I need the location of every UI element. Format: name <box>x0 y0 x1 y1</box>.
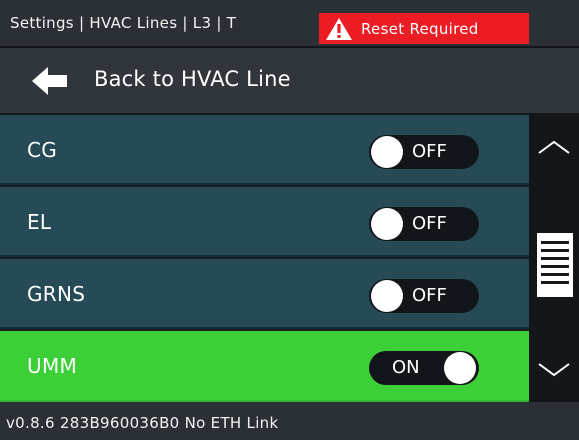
settings-list: CG OFF EL OFF GRNS OFF UMM ON <box>0 115 529 402</box>
hvac-settings-screen: Settings | HVAC Lines | L3 | T Reset Req… <box>0 0 579 440</box>
scroll-up-button[interactable] <box>529 127 579 167</box>
list-item-label: UMM <box>27 354 78 378</box>
list-item-label: EL <box>27 210 52 234</box>
list-item-label: GRNS <box>27 282 86 306</box>
toggle-state-label: OFF <box>412 285 447 306</box>
reset-required-alert[interactable]: Reset Required <box>319 13 529 44</box>
footer-status-text: v0.8.6 283B960036B0 No ETH Link <box>6 414 279 432</box>
toggle-state-label: OFF <box>412 213 447 234</box>
grns-toggle[interactable]: OFF <box>369 279 479 313</box>
top-bar: Settings | HVAC Lines | L3 | T Reset Req… <box>0 0 579 48</box>
chevron-down-icon <box>538 363 570 377</box>
arrow-left-icon <box>32 67 67 95</box>
grip-line <box>541 265 569 268</box>
umm-toggle[interactable]: ON <box>369 351 479 385</box>
grip-line <box>541 241 569 244</box>
list-item-umm: UMM ON <box>0 331 529 402</box>
warning-icon <box>326 17 352 40</box>
cg-toggle[interactable]: OFF <box>369 135 479 169</box>
list-item-grns: GRNS OFF <box>0 259 529 329</box>
grip-line <box>541 257 569 260</box>
back-label: Back to HVAC Line <box>94 67 291 91</box>
breadcrumb: Settings | HVAC Lines | L3 | T <box>10 14 237 32</box>
toggle-knob <box>371 280 403 312</box>
scrollbar[interactable] <box>529 115 579 402</box>
toggle-state-label: ON <box>392 357 420 378</box>
scroll-thumb[interactable] <box>537 233 573 297</box>
grip-line <box>541 249 569 252</box>
scroll-down-button[interactable] <box>529 349 579 389</box>
list-item-el: EL OFF <box>0 187 529 257</box>
toggle-state-label: OFF <box>412 141 447 162</box>
grip-line <box>541 281 569 284</box>
toggle-knob <box>371 136 403 168</box>
chevron-up-icon <box>538 140 570 154</box>
toggle-knob <box>444 352 476 384</box>
el-toggle[interactable]: OFF <box>369 207 479 241</box>
status-footer: v0.8.6 283B960036B0 No ETH Link <box>0 402 579 440</box>
list-item-cg: CG OFF <box>0 115 529 185</box>
toggle-knob <box>371 208 403 240</box>
alert-text: Reset Required <box>361 19 479 38</box>
back-to-hvac-line-button[interactable]: Back to HVAC Line <box>0 48 579 115</box>
grip-line <box>541 273 569 276</box>
list-item-label: CG <box>27 138 58 162</box>
